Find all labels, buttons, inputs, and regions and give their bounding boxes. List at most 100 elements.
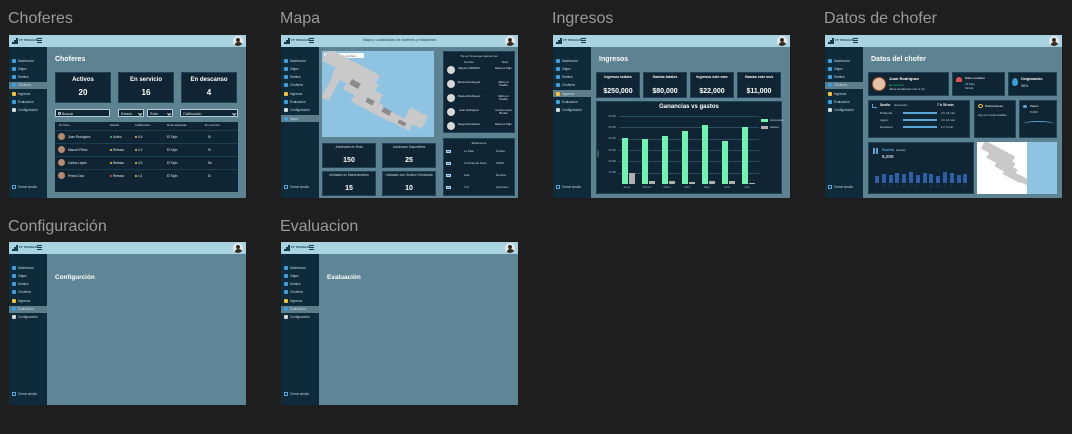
sidebar-item-destino[interactable]: Destino [553, 74, 591, 81]
logout-button[interactable]: Cerrar sesión [825, 184, 863, 190]
sidebar-item-ingresos[interactable]: Ingresos [281, 90, 319, 97]
driver-status: Retraso [110, 148, 124, 152]
sidebar-item-viajes[interactable]: Viajes [281, 272, 319, 279]
bar-gastos-julio[interactable] [749, 182, 755, 184]
sidebar-item-ingresos[interactable]: Ingresos [9, 297, 47, 304]
sidebar-item-configuracin[interactable]: Configuración [825, 107, 863, 114]
sidebar-item-choferes[interactable]: Choferes [553, 82, 591, 89]
sidebar-item-configuracin[interactable]: Configuración [9, 107, 47, 114]
brand-logo[interactable]: ZT TRABAJO [284, 245, 310, 251]
user-avatar[interactable] [233, 243, 243, 253]
brand-logo[interactable]: ZT TRABAJO [828, 38, 854, 44]
bar-gastos-junio[interactable] [729, 180, 735, 184]
user-avatar[interactable] [505, 243, 515, 253]
sidebar-item-viajes[interactable]: Viajes [9, 65, 47, 72]
sidebar-item-choferes[interactable]: Choferes [9, 289, 47, 296]
logout-button[interactable]: Cerrar sesión [281, 391, 319, 397]
logout-button[interactable]: Cerrar sesión [9, 184, 47, 190]
sidebar-item-dashboard[interactable]: Dashboard [553, 57, 591, 64]
map-view[interactable]: Buscar estación de Metro [322, 51, 434, 137]
sidebar-item-ingresos[interactable]: Ingresos [553, 90, 591, 98]
bar-gastos-marzo[interactable] [669, 180, 675, 184]
bar-ganancias-junio[interactable] [722, 140, 728, 184]
sidebar-item-dashboard[interactable]: Dashboard [9, 264, 47, 271]
sidebar-item-choferes[interactable]: Choferes [9, 81, 47, 89]
sidebar-item-evaluacin[interactable]: Evaluación [553, 99, 591, 106]
list-item[interactable]: Juan Rodríguez Centro Loma Bonita [444, 106, 514, 119]
bar-ganancias-febrero[interactable] [642, 138, 648, 184]
brand-logo[interactable]: ZT TRABAJO [12, 245, 38, 251]
eye-icon [978, 104, 983, 108]
sidebar-item-evaluacin[interactable]: Evaluación [9, 305, 47, 313]
filter-2[interactable]: Calificación [180, 109, 238, 117]
logout-button[interactable]: Cerrar sesión [9, 391, 47, 397]
user-avatar[interactable] [233, 36, 243, 46]
table-row[interactable]: Carlos López Retraso 4.0 El Tajín No [55, 156, 238, 167]
brand-logo[interactable]: ZT TRABAJO [12, 38, 38, 44]
sidebar-item-choferes[interactable]: Choferes [281, 82, 319, 89]
bar-ganancias-julio[interactable] [742, 127, 748, 184]
hamburger-menu-icon[interactable] [309, 245, 314, 250]
sidebar-item-choferes[interactable]: Choferes [281, 289, 319, 296]
hamburger-menu-icon[interactable] [581, 38, 586, 43]
table-row[interactable]: Manuel Pérez Retraso 4.2 El Tajín Sí [55, 143, 238, 154]
sidebar-item-evaluacin[interactable]: Evaluación [281, 305, 319, 313]
sidebar-item-evaluacin[interactable]: Evaluación [825, 99, 863, 106]
sidebar-item-choferes[interactable]: Choferes [825, 81, 863, 89]
sidebar-item-dashboard[interactable]: Dashboard [825, 57, 863, 64]
list-item[interactable]: Diego Hernández Metro el Tajín [444, 120, 514, 133]
hamburger-menu-icon[interactable] [853, 38, 858, 43]
logout-button[interactable]: Cerrar sesión [281, 184, 319, 190]
sidebar-item-dashboard[interactable]: Dashboard [9, 57, 47, 64]
sidebar-item-viajes[interactable]: Viajes [281, 65, 319, 72]
sidebar-item-configuracin[interactable]: Configuración [553, 107, 591, 114]
list-item[interactable]: Miguel CORROS Metro el Tajín [444, 64, 514, 77]
sidebar-item-viajes[interactable]: Viajes [553, 65, 591, 72]
sidebar-item-dashboard[interactable]: Dashboard [281, 57, 319, 64]
sidebar-item-destino[interactable]: Destino [281, 74, 319, 81]
bar-gastos-abril[interactable] [689, 181, 695, 184]
filter-0[interactable]: Estado [118, 109, 144, 117]
list-item[interactable]: Jhosue Rodríguez Metro el Pueblo [444, 92, 514, 105]
sidebar-item-destino[interactable]: Destino [9, 74, 47, 81]
bar-ganancias-abril[interactable] [682, 130, 688, 184]
list-item[interactable]: Ramiro Rodríguez Metro el Pueblo [444, 78, 514, 91]
user-avatar[interactable] [505, 36, 515, 46]
brand-logo[interactable]: ZT TRABAJO [556, 38, 582, 44]
table-row[interactable]: Pedro Díaz Retraso 4.1 El Tajín Sí [55, 169, 238, 180]
bar-gastos-enero[interactable] [629, 172, 635, 184]
sidebar-item-ingresos[interactable]: Ingresos [281, 297, 319, 304]
sidebar-item-evaluacin[interactable]: Evaluación [281, 99, 319, 106]
search-input[interactable]: Buscar [55, 109, 110, 117]
sidebar-icon [556, 75, 560, 80]
sidebar-item-ingresos[interactable]: Ingresos [825, 90, 863, 97]
brand-name: ZT TRABAJO [563, 38, 582, 42]
sidebar-item-destino[interactable]: Destino [825, 74, 863, 81]
table-row[interactable]: Juan Rodríguez Activo 4.6 El Tajín Sí [55, 130, 238, 141]
sidebar-item-configuracin[interactable]: Configuración [9, 314, 47, 321]
filter-1[interactable]: Ruta [147, 109, 173, 117]
sidebar-item-configuracin[interactable]: Configuración [281, 107, 319, 114]
sidebar-item-viajes[interactable]: Viajes [825, 65, 863, 72]
sidebar-item-destino[interactable]: Destino [9, 281, 47, 288]
driver-location-map[interactable] [977, 142, 1057, 194]
sidebar-item-viajes[interactable]: Viajes [9, 272, 47, 279]
sidebar-item-evaluacin[interactable]: Evaluación [9, 99, 47, 106]
hamburger-menu-icon[interactable] [37, 38, 42, 43]
sidebar-item-mapa[interactable]: Mapa [281, 115, 319, 123]
bar-ganancias-marzo[interactable] [662, 136, 668, 184]
bar-gastos-febrero[interactable] [649, 180, 655, 184]
sidebar-item-label: Choferes [290, 83, 303, 88]
sidebar-item-configuracin[interactable]: Configuración [281, 314, 319, 321]
user-avatar[interactable] [777, 36, 787, 46]
sidebar-item-destino[interactable]: Destino [281, 281, 319, 288]
hamburger-menu-icon[interactable] [37, 245, 42, 250]
bar-ganancias-enero[interactable] [622, 137, 628, 184]
sidebar-item-ingresos[interactable]: Ingresos [9, 90, 47, 97]
user-avatar[interactable] [1049, 36, 1059, 46]
sidebar-item-dashboard[interactable]: Dashboard [281, 264, 319, 271]
logout-button[interactable]: Cerrar sesión [553, 184, 591, 190]
bar-gastos-mayo[interactable] [709, 180, 715, 184]
bar-ganancias-mayo[interactable] [702, 125, 708, 184]
sidebar-icon [556, 100, 560, 104]
